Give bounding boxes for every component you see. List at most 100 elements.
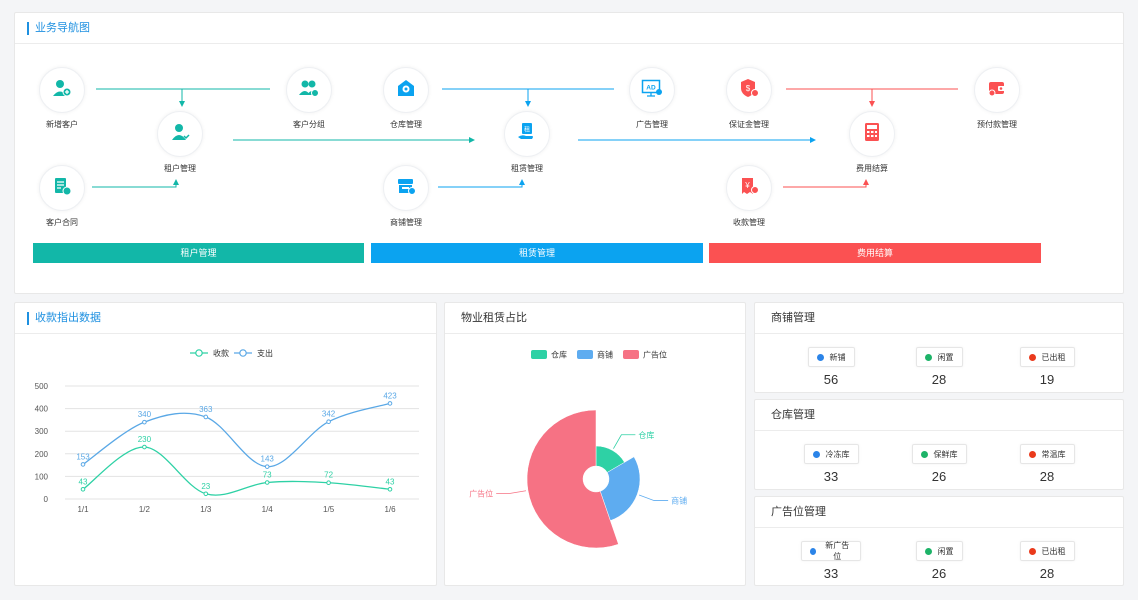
dot-icon xyxy=(924,353,932,361)
nav-node-label: 租户管理 xyxy=(164,164,196,173)
nav-node-label: 客户合同 xyxy=(46,218,78,227)
stat-chip[interactable]: 闲置 xyxy=(915,347,963,367)
stat-value: 26 xyxy=(931,566,947,581)
data-label: 143 xyxy=(261,455,275,464)
ad-panel-header: 广告位管理 xyxy=(755,497,1123,528)
data-label: 363 xyxy=(199,405,213,414)
data-label: 230 xyxy=(138,435,152,444)
stat-item: 新广告位 33 xyxy=(801,541,861,581)
label-line xyxy=(613,434,636,449)
tenant-icon xyxy=(170,122,190,147)
x-tick-label: 1/5 xyxy=(323,505,335,514)
data-point xyxy=(80,486,86,492)
y-tick-label: 300 xyxy=(35,427,49,436)
nav-node-warehouse-mgmt[interactable]: 仓库管理 xyxy=(366,67,446,130)
income-chart-panel: 收款指出数据 500 400 300 200 100 0 1/1 1/2 1/3 1/4 1/5 1/… xyxy=(14,302,437,586)
band-tenant-mgmt[interactable]: 租户管理 xyxy=(33,243,364,263)
stat-chip[interactable]: 冷冻库 xyxy=(803,444,859,464)
stat-value: 19 xyxy=(1039,372,1055,387)
stat-item: 已出租 28 xyxy=(1017,541,1077,581)
stat-item: 闲置 28 xyxy=(909,347,969,387)
warehouse-panel: 仓库管理 冷冻库 33 保鲜库 26 常温库 28 xyxy=(754,399,1124,490)
svg-text:$: $ xyxy=(746,84,751,93)
data-point xyxy=(142,444,147,450)
x-tick-label: 1/4 xyxy=(262,505,274,514)
nav-node-deposit-mgmt[interactable]: $ 保证金管理 xyxy=(709,67,789,130)
x-tick-label: 1/6 xyxy=(384,505,396,514)
income-chart-header: 收款指出数据 xyxy=(15,303,436,334)
legend-label: 收款 xyxy=(213,348,229,358)
x-tick-label: 1/2 xyxy=(139,505,151,514)
svg-text:¥: ¥ xyxy=(744,181,750,190)
stat-label: 新广告位 xyxy=(825,541,850,561)
series-line xyxy=(82,402,391,468)
user-group-icon xyxy=(298,78,320,103)
nav-node-add-customer[interactable]: 新增客户 xyxy=(22,67,102,130)
nav-node-label: 预付款管理 xyxy=(977,120,1017,129)
stat-chip[interactable]: 保鲜库 xyxy=(911,444,967,464)
stat-item: 已出租 19 xyxy=(1017,347,1077,387)
ad-panel-title: 广告位管理 xyxy=(771,506,826,518)
stat-label: 新铺 xyxy=(829,352,846,362)
income-chart-title: 收款指出数据 xyxy=(27,312,101,325)
nav-node-label: 广告管理 xyxy=(636,120,668,129)
warehouse-stats: 冷冻库 33 保鲜库 26 常温库 28 xyxy=(755,444,1123,484)
rent-chart-header: 物业租赁占比 xyxy=(445,303,745,334)
nav-node-customer-contract[interactable]: 客户合同 xyxy=(22,165,102,228)
legend-label: 商铺 xyxy=(597,350,613,360)
wallet-icon xyxy=(987,78,1007,103)
ad-screen-icon: AD xyxy=(641,78,663,103)
nav-node-fee-settlement[interactable]: 费用结算 xyxy=(832,111,912,174)
data-label: 72 xyxy=(324,471,333,480)
y-tick-label: 500 xyxy=(35,382,49,391)
stat-chip[interactable]: 闲置 xyxy=(915,541,963,561)
nav-node-customer-group[interactable]: 客户分组 xyxy=(269,67,349,130)
label-line xyxy=(496,490,527,494)
dot-icon xyxy=(1028,353,1036,361)
shop-icon xyxy=(396,176,416,201)
slice-label: 商铺 xyxy=(671,496,687,506)
legend-swatch xyxy=(531,350,547,359)
stat-item: 常温库 28 xyxy=(1017,444,1077,484)
stat-label: 冷冻库 xyxy=(825,449,850,459)
stat-chip[interactable]: 已出租 xyxy=(1019,541,1075,561)
dot-icon xyxy=(1028,547,1036,555)
nav-node-tenant-mgmt[interactable]: 租户管理 xyxy=(140,111,220,174)
stat-chip[interactable]: 已出租 xyxy=(1019,347,1075,367)
connector-line xyxy=(92,179,179,188)
nav-node-prepay-mgmt[interactable]: 预付款管理 xyxy=(957,67,1037,130)
data-label: 23 xyxy=(201,482,210,491)
legend-marker xyxy=(239,349,247,357)
stat-item: 保鲜库 26 xyxy=(909,444,969,484)
data-label: 153 xyxy=(76,452,90,461)
nav-node-ad-mgmt[interactable]: AD 广告管理 xyxy=(612,67,692,130)
warehouse-panel-header: 仓库管理 xyxy=(755,400,1123,431)
y-tick-label: 200 xyxy=(35,450,49,459)
stat-chip[interactable]: 新广告位 xyxy=(801,541,861,561)
y-tick-label: 0 xyxy=(44,495,49,504)
legend-swatch xyxy=(623,350,639,359)
data-point xyxy=(387,486,393,492)
legend-swatch xyxy=(577,350,593,359)
dot-icon xyxy=(812,450,820,458)
warehouse-icon xyxy=(396,78,416,103)
nav-node-lease-mgmt[interactable]: 租 租赁管理 xyxy=(487,111,567,174)
band-fee-settlement[interactable]: 费用结算 xyxy=(709,243,1041,263)
stat-chip[interactable]: 常温库 xyxy=(1019,444,1075,464)
stat-chip[interactable]: 新铺 xyxy=(807,347,855,367)
connector-line xyxy=(438,179,525,188)
data-point xyxy=(326,419,331,425)
label-line xyxy=(638,494,669,501)
nav-node-collection-mgmt[interactable]: ¥ 收款管理 xyxy=(709,165,789,228)
dot-icon xyxy=(810,547,817,555)
y-tick-label: 100 xyxy=(35,472,49,481)
data-label: 43 xyxy=(386,477,395,486)
nav-node-label: 商铺管理 xyxy=(390,218,422,227)
stat-label: 已出租 xyxy=(1041,546,1066,556)
data-point xyxy=(387,401,393,406)
band-lease-mgmt[interactable]: 租赁管理 xyxy=(371,243,703,263)
collection-icon: ¥ xyxy=(739,176,759,201)
stat-value: 26 xyxy=(931,469,947,484)
nav-node-shop-mgmt[interactable]: 商铺管理 xyxy=(366,165,446,228)
nav-node-label: 收款管理 xyxy=(733,218,765,227)
